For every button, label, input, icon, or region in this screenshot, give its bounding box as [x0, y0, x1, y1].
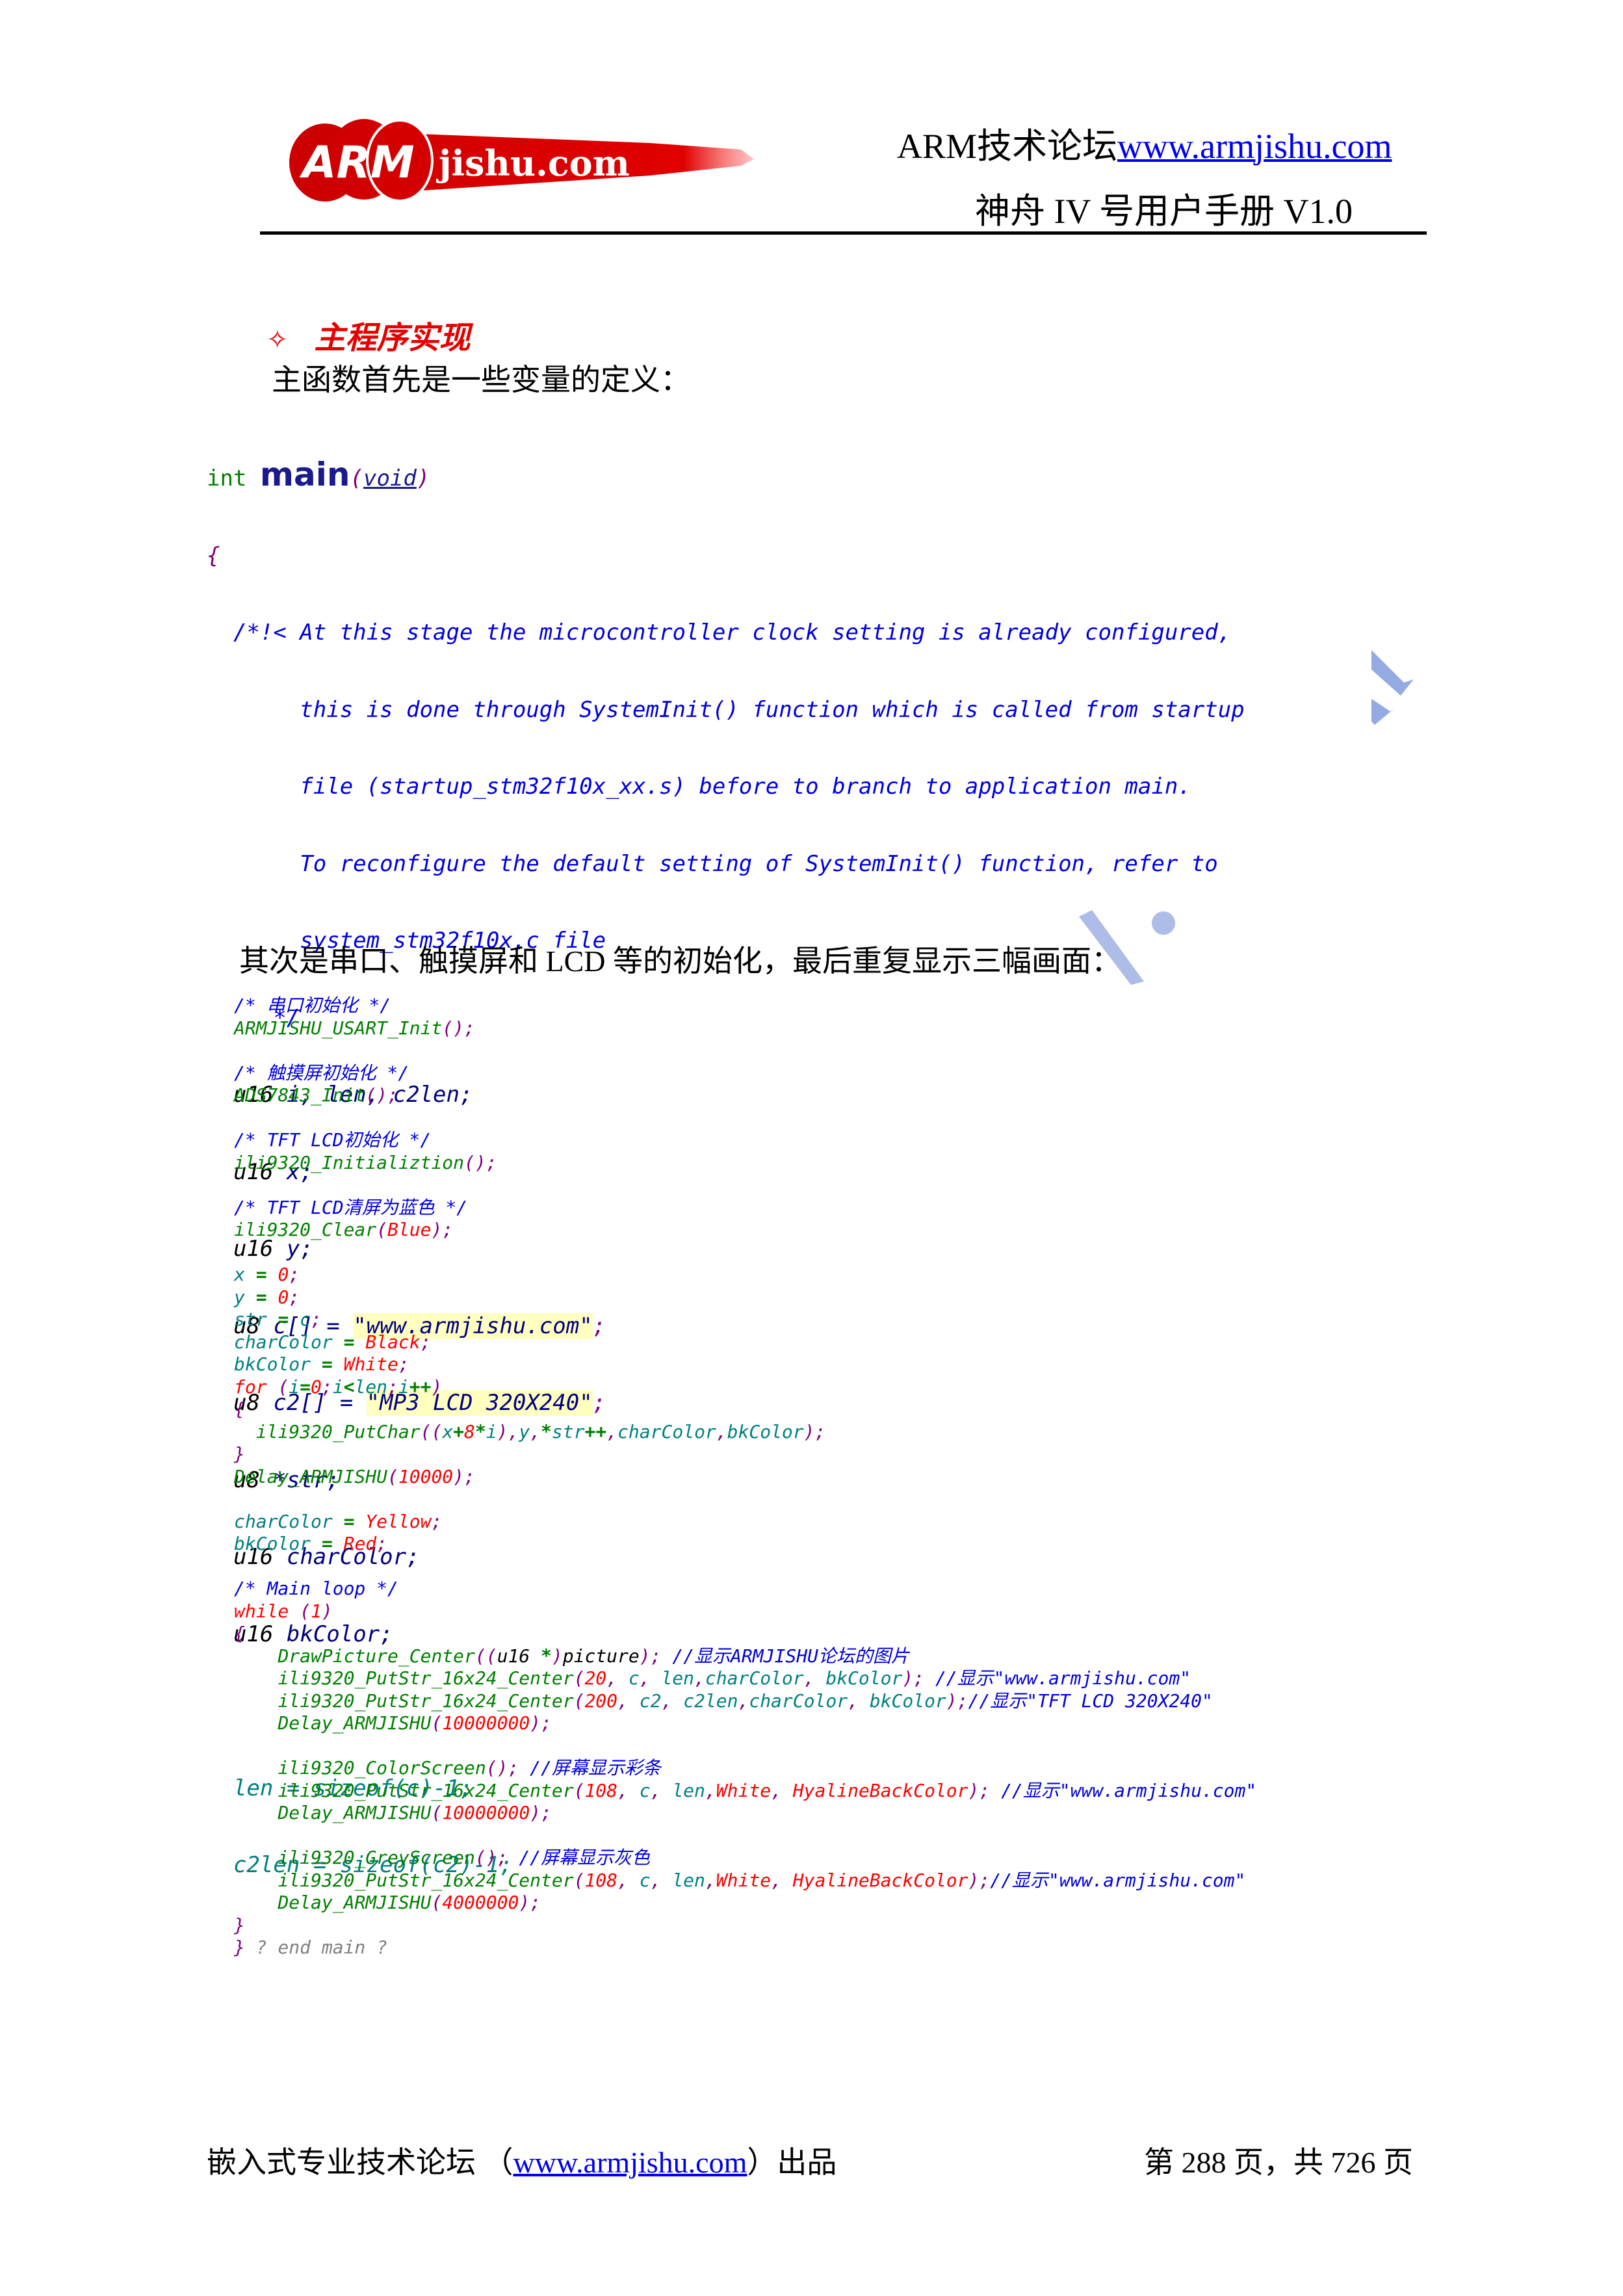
code-line: bkColor = Red; [234, 1533, 388, 1554]
code-comment-line: this is done through SystemInit() functi… [233, 696, 1245, 723]
code-line: /* TFT LCD清屏为蓝色 */ [234, 1197, 1256, 1220]
code-line: /* TFT LCD初始化 */ [234, 1129, 1256, 1152]
code-comment: /* 串口初始化 */ [234, 995, 391, 1016]
code-line: } ? end main ? [234, 1937, 388, 1958]
manual-title: 神舟 IV 号用户手册 V1.0 [975, 192, 1353, 231]
code-comment: /* TFT LCD初始化 */ [234, 1129, 432, 1151]
code-line: } [234, 1443, 245, 1465]
code-comment: //显示ARMJISHU论坛的图片 [672, 1645, 909, 1667]
forum-url-link[interactable]: www.armjishu.com [1117, 127, 1392, 166]
code-comment: //显示"TFT LCD 320X240" [968, 1689, 1213, 1712]
forum-label: ARM技术论坛 [897, 127, 1118, 166]
code-block-main-loop: /* 串口初始化 */ARMJISHU_USART_Init(); /* 触摸屏… [234, 995, 1256, 1959]
code-line: ili9320_PutStr_16x24_Center(20, c, len,c… [278, 1667, 1191, 1689]
code-line-open-brace: { [207, 542, 220, 569]
watermark-glyph [1079, 910, 1175, 985]
code-line: ili9320_Clear(Blue); [234, 1219, 454, 1240]
code-line: /* Main loop */ [234, 1578, 1256, 1600]
code-line: ili9320_GreyScreen(); //屏幕显示灰色 [278, 1847, 651, 1868]
code-line: Delay_ARMJISHU(10000000); [278, 1802, 552, 1823]
code-line: ili9320_PutStr_16x24_Center(108, c, len,… [278, 1869, 1246, 1891]
footer-url-link[interactable]: www.armjishu.com [513, 2146, 747, 2179]
code-comment: /* Main loop */ [234, 1578, 398, 1599]
code-line: x = 0; [234, 1264, 300, 1285]
code-line: bkColor = White; [234, 1353, 409, 1375]
code-line: Delay_ARMJISHU(10000000); [278, 1712, 552, 1734]
code-line: ADS7843_Init(); [234, 1084, 398, 1106]
code-line: str = c; [234, 1309, 322, 1330]
code-line: /* 串口初始化 */ [234, 995, 1256, 1017]
code-line-signature: int main(void) [207, 456, 430, 493]
code-line: ili9320_Initializtion(); [234, 1151, 497, 1173]
code-line: ili9320_PutStr_16x24_Center(200, c2, c2l… [278, 1689, 1213, 1712]
code-comment: //屏幕显示彩条 [530, 1757, 661, 1779]
code-line: ARMJISHU_USART_Init(); [234, 1017, 475, 1039]
intro-paragraph: 主函数首先是一些变量的定义： [272, 363, 690, 397]
code-comment: //显示"www.armjishu.com" [1001, 1779, 1257, 1801]
logo-jishu-text: jishu.com [435, 142, 630, 184]
code-line: y = 0; [234, 1286, 300, 1308]
code-line: /* 触摸屏初始化 */ [234, 1062, 1256, 1085]
section-heading: ✧ 主程序实现 [266, 312, 471, 358]
code-line: { [234, 1398, 245, 1420]
code-comment-line: /*!< At this stage the microcontroller c… [233, 620, 1232, 646]
code-line: charColor = Black; [234, 1331, 432, 1353]
footer-publisher: 嵌入式专业技术论坛 （www.armjishu.com）出品 [207, 2146, 837, 2179]
code-line: { [234, 1623, 245, 1644]
code-comment: //屏幕显示灰色 [519, 1847, 651, 1868]
code-line: Delay_ARMJISHU(4000000); [278, 1892, 541, 1913]
header-forum-line: ARM技术论坛www.armjishu.com [897, 117, 1392, 168]
total-pages: 726 [1331, 2146, 1376, 2179]
code-comment: //显示"www.armjishu.com" [990, 1869, 1246, 1891]
code-comment: //显示"www.armjishu.com" [935, 1667, 1191, 1689]
watermark-glyph [1371, 650, 1414, 725]
code-line: DrawPicture_Center((u16 *)picture); //显示… [278, 1645, 909, 1667]
code-line: Delay_ARMJISHU(10000); [234, 1465, 475, 1487]
code-line: } [234, 1914, 245, 1936]
section-title: 主程序实现 [314, 320, 471, 356]
logo-arm-text: ARM [299, 137, 415, 189]
armjishu-logo: ARM jishu.com [289, 119, 754, 202]
code-comment: /* 触摸屏初始化 */ [234, 1062, 409, 1084]
code-line: for (i=0;i<len;i++) [234, 1376, 443, 1398]
page-number: 第 288 页，共 726 页 [1144, 2146, 1413, 2179]
code-line: ili9320_ColorScreen(); //屏幕显示彩条 [278, 1757, 661, 1779]
second-intro-paragraph: 其次是串口、触摸屏和 LCD 等的初始化，最后重复显示三幅画面： [239, 945, 1121, 978]
diamond-bullet-icon: ✧ [266, 325, 289, 355]
header-divider [260, 231, 1427, 235]
code-line: ili9320_PutStr_16x24_Center(108, c, len,… [278, 1779, 1257, 1801]
code-line: charColor = Yellow; [234, 1510, 443, 1532]
code-line: while (1) [234, 1600, 333, 1622]
code-comment: /* TFT LCD清屏为蓝色 */ [234, 1196, 468, 1218]
code-comment-line: To reconfigure the default setting of Sy… [233, 850, 1218, 877]
code-line: ili9320_PutChar((x+8*i),y,*str++,charCol… [255, 1420, 826, 1442]
code-comment-line: file (startup_stm32f10x_xx.s) before to … [233, 774, 1191, 800]
current-page: 288 [1181, 2146, 1227, 2179]
